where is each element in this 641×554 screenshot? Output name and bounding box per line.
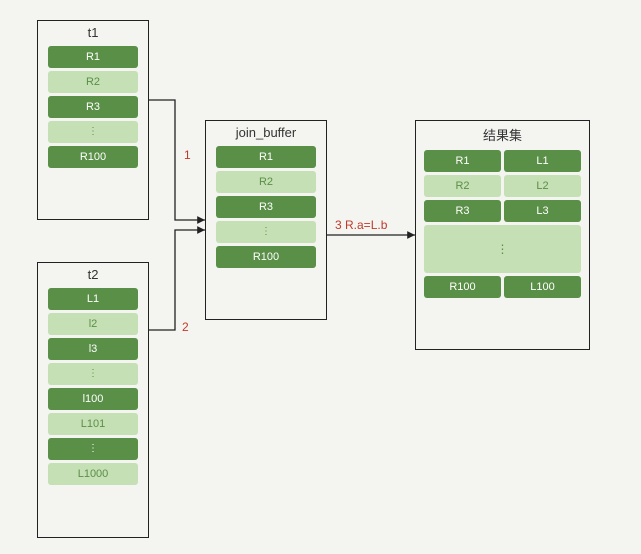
result-cell-right: L2 — [504, 175, 581, 197]
result-set-rows: R1 L1 R2 L2 R3 L3 ⋮ R100 L100 — [416, 150, 589, 308]
t2-ellipsis: ⋮ — [48, 438, 138, 460]
edge-2-label: 2 — [182, 320, 189, 334]
table-t1: t1 R1 R2 R3 ⋮ R100 — [37, 20, 149, 220]
table-t1-rows: R1 R2 R3 ⋮ R100 — [38, 46, 148, 178]
result-cell-right: L100 — [504, 276, 581, 298]
result-ellipsis: ⋮ — [424, 225, 581, 273]
table-t1-title: t1 — [38, 21, 148, 46]
t2-row: l2 — [48, 313, 138, 335]
result-set-box: 结果集 R1 L1 R2 L2 R3 L3 ⋮ R100 L100 — [415, 120, 590, 350]
t1-ellipsis: ⋮ — [48, 121, 138, 143]
t2-row: L101 — [48, 413, 138, 435]
result-cell-left: R100 — [424, 276, 501, 298]
t2-row: l100 — [48, 388, 138, 410]
t2-row: L1000 — [48, 463, 138, 485]
jb-row: R100 — [216, 246, 316, 268]
result-pair: R100 L100 — [424, 276, 581, 298]
result-cell-right: L3 — [504, 200, 581, 222]
edge-1-label: 1 — [184, 148, 191, 162]
join-buffer-rows: R1 R2 R3 ⋮ R100 — [206, 146, 326, 278]
t2-ellipsis: ⋮ — [48, 363, 138, 385]
t2-row: l3 — [48, 338, 138, 360]
edge-2 — [149, 230, 205, 330]
result-cell-left: R2 — [424, 175, 501, 197]
t1-row: R2 — [48, 71, 138, 93]
edge-1 — [149, 100, 205, 220]
result-pair: R1 L1 — [424, 150, 581, 172]
result-cell-left: R3 — [424, 200, 501, 222]
t1-row: R3 — [48, 96, 138, 118]
result-pair: R2 L2 — [424, 175, 581, 197]
join-buffer-box: join_buffer R1 R2 R3 ⋮ R100 — [205, 120, 327, 320]
result-cell-left: R1 — [424, 150, 501, 172]
table-t2: t2 L1 l2 l3 ⋮ l100 L101 ⋮ L1000 — [37, 262, 149, 538]
result-set-title: 结果集 — [416, 121, 589, 150]
jb-row: R2 — [216, 171, 316, 193]
join-buffer-title: join_buffer — [206, 121, 326, 146]
jb-ellipsis: ⋮ — [216, 221, 316, 243]
table-t2-rows: L1 l2 l3 ⋮ l100 L101 ⋮ L1000 — [38, 288, 148, 495]
jb-row: R1 — [216, 146, 316, 168]
result-cell-right: L1 — [504, 150, 581, 172]
result-pair: R3 L3 — [424, 200, 581, 222]
jb-row: R3 — [216, 196, 316, 218]
table-t2-title: t2 — [38, 263, 148, 288]
edge-3-label: 3 R.a=L.b — [335, 218, 387, 232]
t2-row: L1 — [48, 288, 138, 310]
t1-row: R100 — [48, 146, 138, 168]
t1-row: R1 — [48, 46, 138, 68]
